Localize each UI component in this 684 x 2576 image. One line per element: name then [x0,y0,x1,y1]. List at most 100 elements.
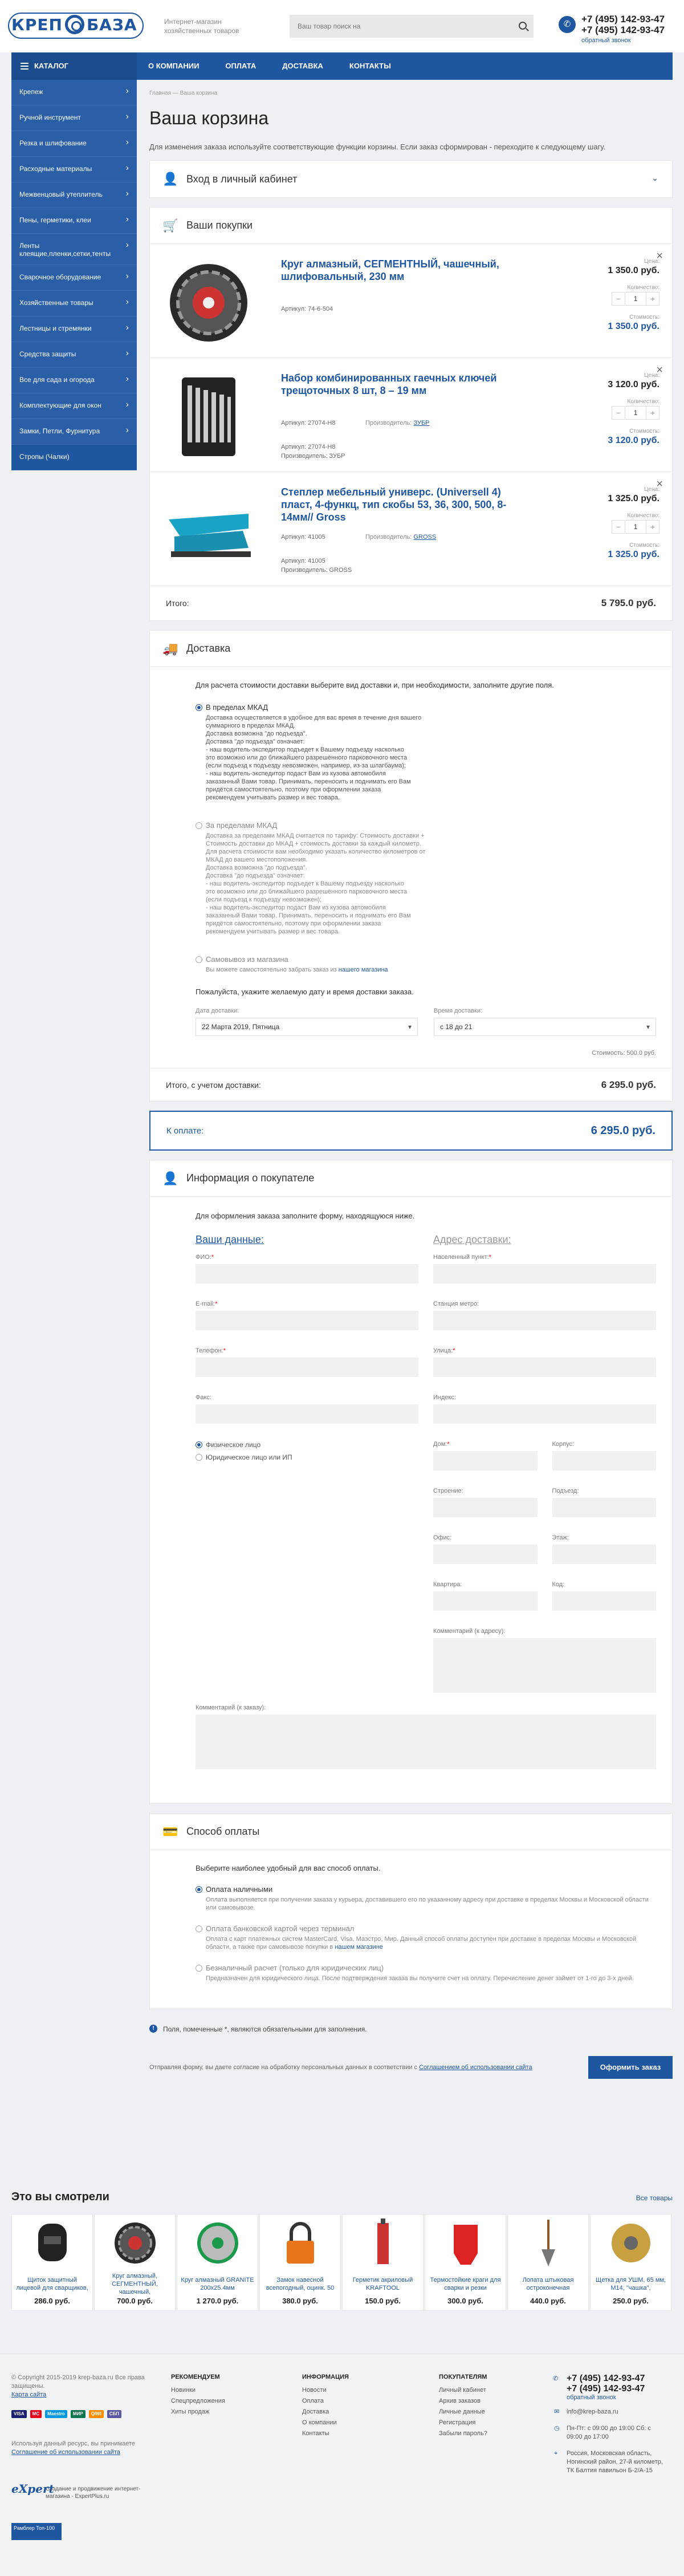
footer-link[interactable]: Контакты [302,2428,349,2439]
nav-link[interactable]: О КОМПАНИИ [148,52,199,80]
submit-order-button[interactable]: Оформить заказ [588,2056,673,2079]
product-card[interactable]: Щетка для УШМ, 65 мм, М14, "чашка", 250.0… [590,2214,671,2311]
product-name-link[interactable]: Лопата штыковая остроконечная [508,2272,588,2297]
product-image[interactable] [591,2215,671,2272]
nav-link[interactable]: ДОСТАВКА [282,52,323,80]
delivery-option[interactable]: Самовывоз из магазина Вы можете самостоят… [196,955,656,974]
callback-link[interactable]: обратный звонок [581,35,665,46]
footer-phone-1[interactable]: +7 (495) 142-93-47 [567,2374,663,2384]
sidebar-item[interactable]: Все для сада и огорода [11,368,137,393]
site-logo[interactable]: КРЕП БАЗА [8,13,144,39]
store-link[interactable]: нашем магазине [335,1944,383,1951]
close-icon[interactable]: × [656,478,663,491]
sidebar-item[interactable]: Лестницы и стремянки [11,316,137,342]
building-input[interactable] [433,1498,538,1517]
product-name-link[interactable]: Щетка для УШМ, 65 мм, М14, "чашка", [591,2272,671,2297]
product-image[interactable] [95,2215,175,2272]
order-comment-input[interactable] [196,1714,656,1769]
index-input[interactable] [433,1404,656,1424]
product-name-link[interactable]: Термостойкие краги для сварки и резки [425,2272,506,2297]
radio-button[interactable] [196,704,202,711]
header-phone-2[interactable]: +7 (495) 142-93-47 [581,25,665,35]
footer-link[interactable]: Личный кабинет [439,2385,487,2396]
fio-input[interactable] [196,1264,418,1283]
product-name-link[interactable]: Щиток защитный лицевой для сварщиков, [12,2272,92,2297]
developer-credit[interactable]: eXpert Создание и продвижение интернет-м… [11,2483,148,2500]
product-name-link[interactable]: Круг алмазный, СЕГМЕНТНЫЙ, чашечный, [95,2272,175,2297]
quantity-stepper[interactable]: −1 + [612,292,659,306]
sidebar-item[interactable]: Пены, герметики, клеи [11,208,137,234]
footer-link[interactable]: Доставка [302,2407,349,2417]
delivery-option[interactable]: В пределах МКАД Доставка осуществляется в… [196,703,656,802]
sidebar-item[interactable]: Замки, Петли, Фурнитура [11,419,137,445]
email-input[interactable] [196,1311,418,1330]
minus-button[interactable]: − [612,292,625,306]
breadcrumb[interactable]: Главная — Ваша корзина [149,90,673,96]
radio-button[interactable] [196,1886,202,1893]
footer-link[interactable]: Забыли пароль? [439,2428,487,2439]
address-comment-input[interactable] [433,1638,656,1693]
sidebar-item[interactable]: Ручной инструмент [11,105,137,131]
product-image[interactable] [508,2215,588,2272]
nav-link[interactable]: ОПЛАТА [225,52,256,80]
nav-link[interactable]: КОНТАКТЫ [349,52,391,80]
search-icon[interactable] [519,22,527,30]
footer-link[interactable]: Новинки [171,2385,225,2396]
city-input[interactable] [433,1264,656,1283]
quantity-stepper[interactable]: −1 + [612,406,659,420]
sidebar-item[interactable]: Хозяйственные товары [11,291,137,316]
product-card[interactable]: Герметик акриловый KRAFTOOL 150.0 руб. [342,2214,424,2311]
sidebar-item[interactable]: Комплектующие для окон [11,393,137,419]
product-card[interactable]: Круг алмазный, СЕГМЕНТНЫЙ, чашечный, 700.… [94,2214,176,2311]
product-image[interactable] [12,2215,92,2272]
delivery-time-select[interactable]: с 18 до 21 [434,1018,656,1036]
footer-email[interactable]: info@krep-baza.ru [567,2408,618,2415]
product-card[interactable]: Термостойкие краги для сварки и резки 300… [425,2214,506,2311]
footer-link[interactable]: Архив заказов [439,2396,487,2407]
product-image[interactable] [177,2215,258,2272]
sidebar-item[interactable]: Ленты клеящие,пленки,сетки,тенты [11,234,137,265]
product-image[interactable] [160,488,257,574]
footer-link[interactable]: Регистрация [439,2417,487,2428]
footer-link[interactable]: Хиты продаж [171,2407,225,2417]
store-link[interactable]: нашего магазина [339,966,388,973]
close-icon[interactable]: × [656,250,663,263]
catalog-button[interactable]: КАТАЛОГ [11,52,137,80]
quantity-value[interactable]: 1 [625,406,646,420]
disclaimer-link[interactable]: Соглашение об использовании сайта [11,2449,120,2456]
manufacturer-link[interactable]: GROSS [413,534,436,541]
street-input[interactable] [433,1358,656,1377]
radio-button[interactable] [196,956,202,963]
product-name-link[interactable]: Круг алмазный GRANITE 200x25.4мм [177,2272,258,2297]
sidebar-item[interactable]: Сварочное оборудование [11,265,137,291]
header-phone-1[interactable]: +7 (495) 142-93-47 [581,14,665,25]
sidebar-item[interactable]: Межвенцовый утеплитель [11,182,137,208]
sidebar-item[interactable]: Резка и шлифование [11,131,137,157]
product-card[interactable]: Щиток защитный лицевой для сварщиков, 286… [11,2214,93,2311]
phone-input[interactable] [196,1358,418,1377]
code-input[interactable] [552,1591,656,1611]
sidebar-item[interactable]: Средства защиты [11,342,137,368]
product-card[interactable]: Замок навесной всепогодный, оцинк. 50 380… [259,2214,341,2311]
all-products-link[interactable]: Все товары [636,2194,673,2202]
close-icon[interactable]: × [656,364,663,377]
sidebar-item[interactable]: Крепеж [11,80,137,105]
product-name-link[interactable]: Замок навесной всепогодный, оцинк. 50 [260,2272,340,2297]
sidebar-item[interactable]: Стропы (Чалки) [11,445,137,470]
plus-button[interactable]: + [646,520,659,534]
agreement-link[interactable]: Соглашением об использовании сайта [419,2064,532,2071]
sitemap-link[interactable]: Карта сайта [11,2391,46,2398]
quantity-value[interactable]: 1 [625,520,646,534]
product-name-link[interactable]: Герметик акриловый KRAFTOOL [343,2272,423,2297]
korpus-input[interactable] [552,1451,656,1470]
quantity-stepper[interactable]: −1 + [612,520,659,534]
footer-link[interactable]: Спецпредложения [171,2396,225,2407]
floor-input[interactable] [552,1545,656,1564]
payment-option[interactable]: Оплата банковской картой через терминал О… [196,1924,656,1951]
office-input[interactable] [433,1545,538,1564]
entrance-input[interactable] [552,1498,656,1517]
plus-button[interactable]: + [646,406,659,420]
person-type-legal[interactable]: Юридическое лицо или ИП [196,1453,418,1461]
product-name-link[interactable]: Круг алмазный, СЕГМЕНТНЫЙ, чашечный, шли… [281,258,509,283]
search-input[interactable] [290,15,534,38]
